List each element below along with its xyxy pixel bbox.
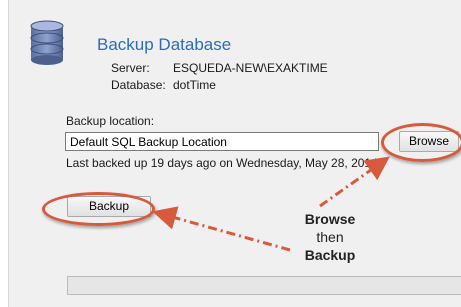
annotation-line1: Browse xyxy=(304,211,356,227)
annotation-text: Browse then Backup xyxy=(290,210,370,264)
arrow-to-browse xyxy=(319,156,390,208)
annotation-arrows xyxy=(152,156,390,252)
annotation-line3: Backup xyxy=(304,247,356,263)
annotation-line2: then xyxy=(316,229,344,245)
arrow-to-backup xyxy=(152,206,291,252)
